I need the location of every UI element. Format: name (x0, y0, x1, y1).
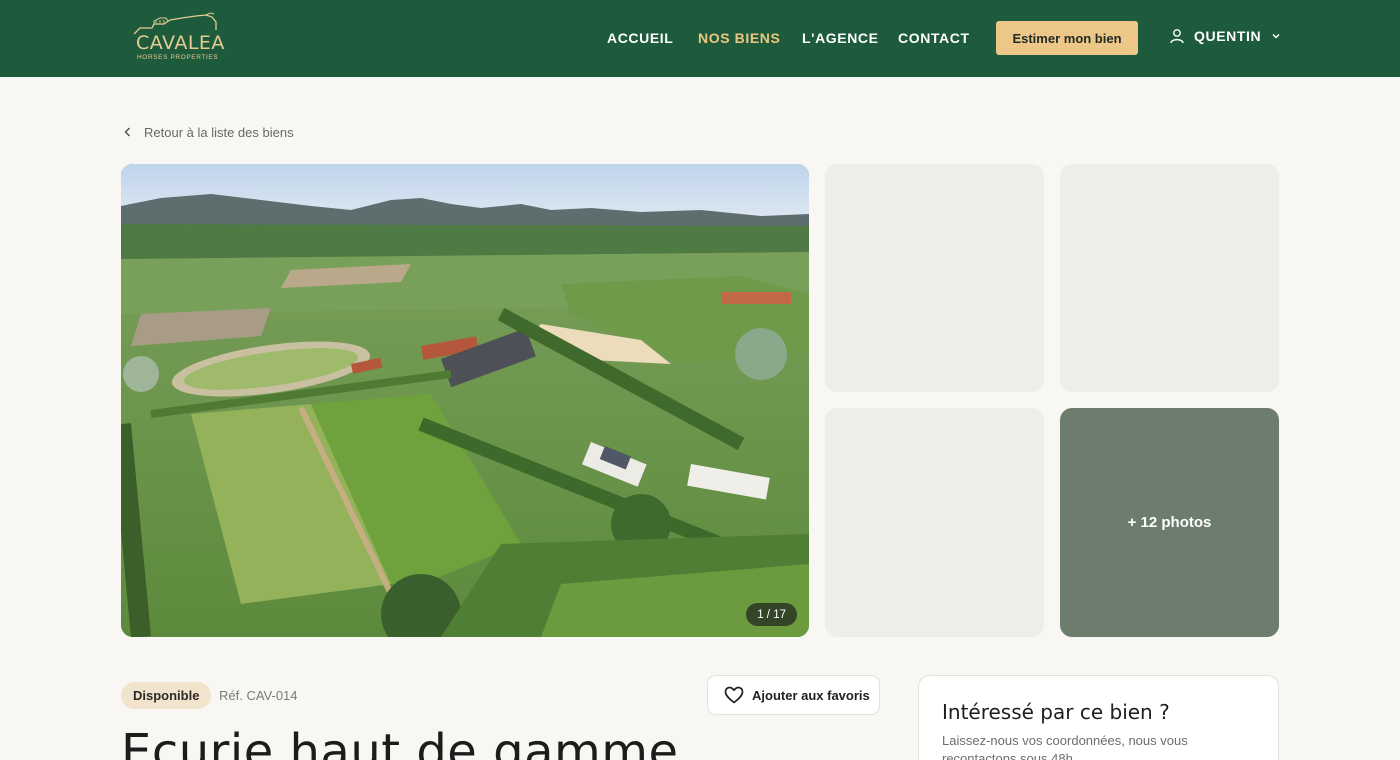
photo-counter: 1 / 17 (746, 603, 797, 626)
add-to-favorites-button[interactable]: Ajouter aux favoris (707, 675, 880, 715)
favorites-label: Ajouter aux favoris (752, 687, 870, 703)
aerial-estate-image (121, 164, 809, 637)
back-to-list-link[interactable]: Retour à la liste des biens (123, 123, 294, 141)
main-photo[interactable]: 1 / 17 (121, 164, 809, 637)
user-name: QUENTIN (1194, 28, 1262, 44)
chevron-down-icon (1272, 34, 1280, 39)
brand-tagline: HORSES PROPERTIES (137, 54, 219, 61)
nav-item-agence[interactable]: L'AGENCE (802, 30, 879, 46)
contact-card: Intéressé par ce bien ? Laissez-nous vos… (918, 675, 1279, 760)
nav-item-accueil[interactable]: ACCUEIL (607, 30, 673, 46)
heart-icon (724, 686, 744, 704)
chevron-left-icon (124, 127, 131, 137)
property-reference: Réf. CAV-014 (219, 688, 298, 703)
user-icon (1170, 29, 1184, 44)
contact-text: Laissez-nous vos coordonnées, nous vous … (942, 733, 1188, 760)
more-photos-label: + 12 photos (1127, 514, 1212, 531)
estimate-button[interactable]: Estimer mon bien (996, 21, 1138, 55)
brand-logo[interactable]: CAVALEA HORSES PROPERTIES (130, 12, 225, 64)
nav-item-contact[interactable]: CONTACT (898, 30, 970, 46)
contact-title: Intéressé par ce bien ? (942, 700, 1170, 724)
gallery-thumb[interactable] (1060, 164, 1279, 392)
more-photos-button[interactable]: + 12 photos (1060, 408, 1279, 637)
back-link-label: Retour à la liste des biens (144, 124, 294, 140)
status-badge: Disponible (121, 682, 212, 709)
brand-name: CAVALEA (136, 32, 225, 54)
site-header: CAVALEA HORSES PROPERTIES ACCUEIL NOS BI… (0, 0, 1400, 77)
nav-item-nos-biens[interactable]: NOS BIENS (698, 30, 780, 46)
property-title: Ecurie haut de gamme (121, 724, 679, 760)
user-menu[interactable]: QUENTIN (1169, 27, 1281, 45)
gallery-thumb[interactable] (825, 164, 1044, 392)
gallery-thumb[interactable] (825, 408, 1044, 637)
